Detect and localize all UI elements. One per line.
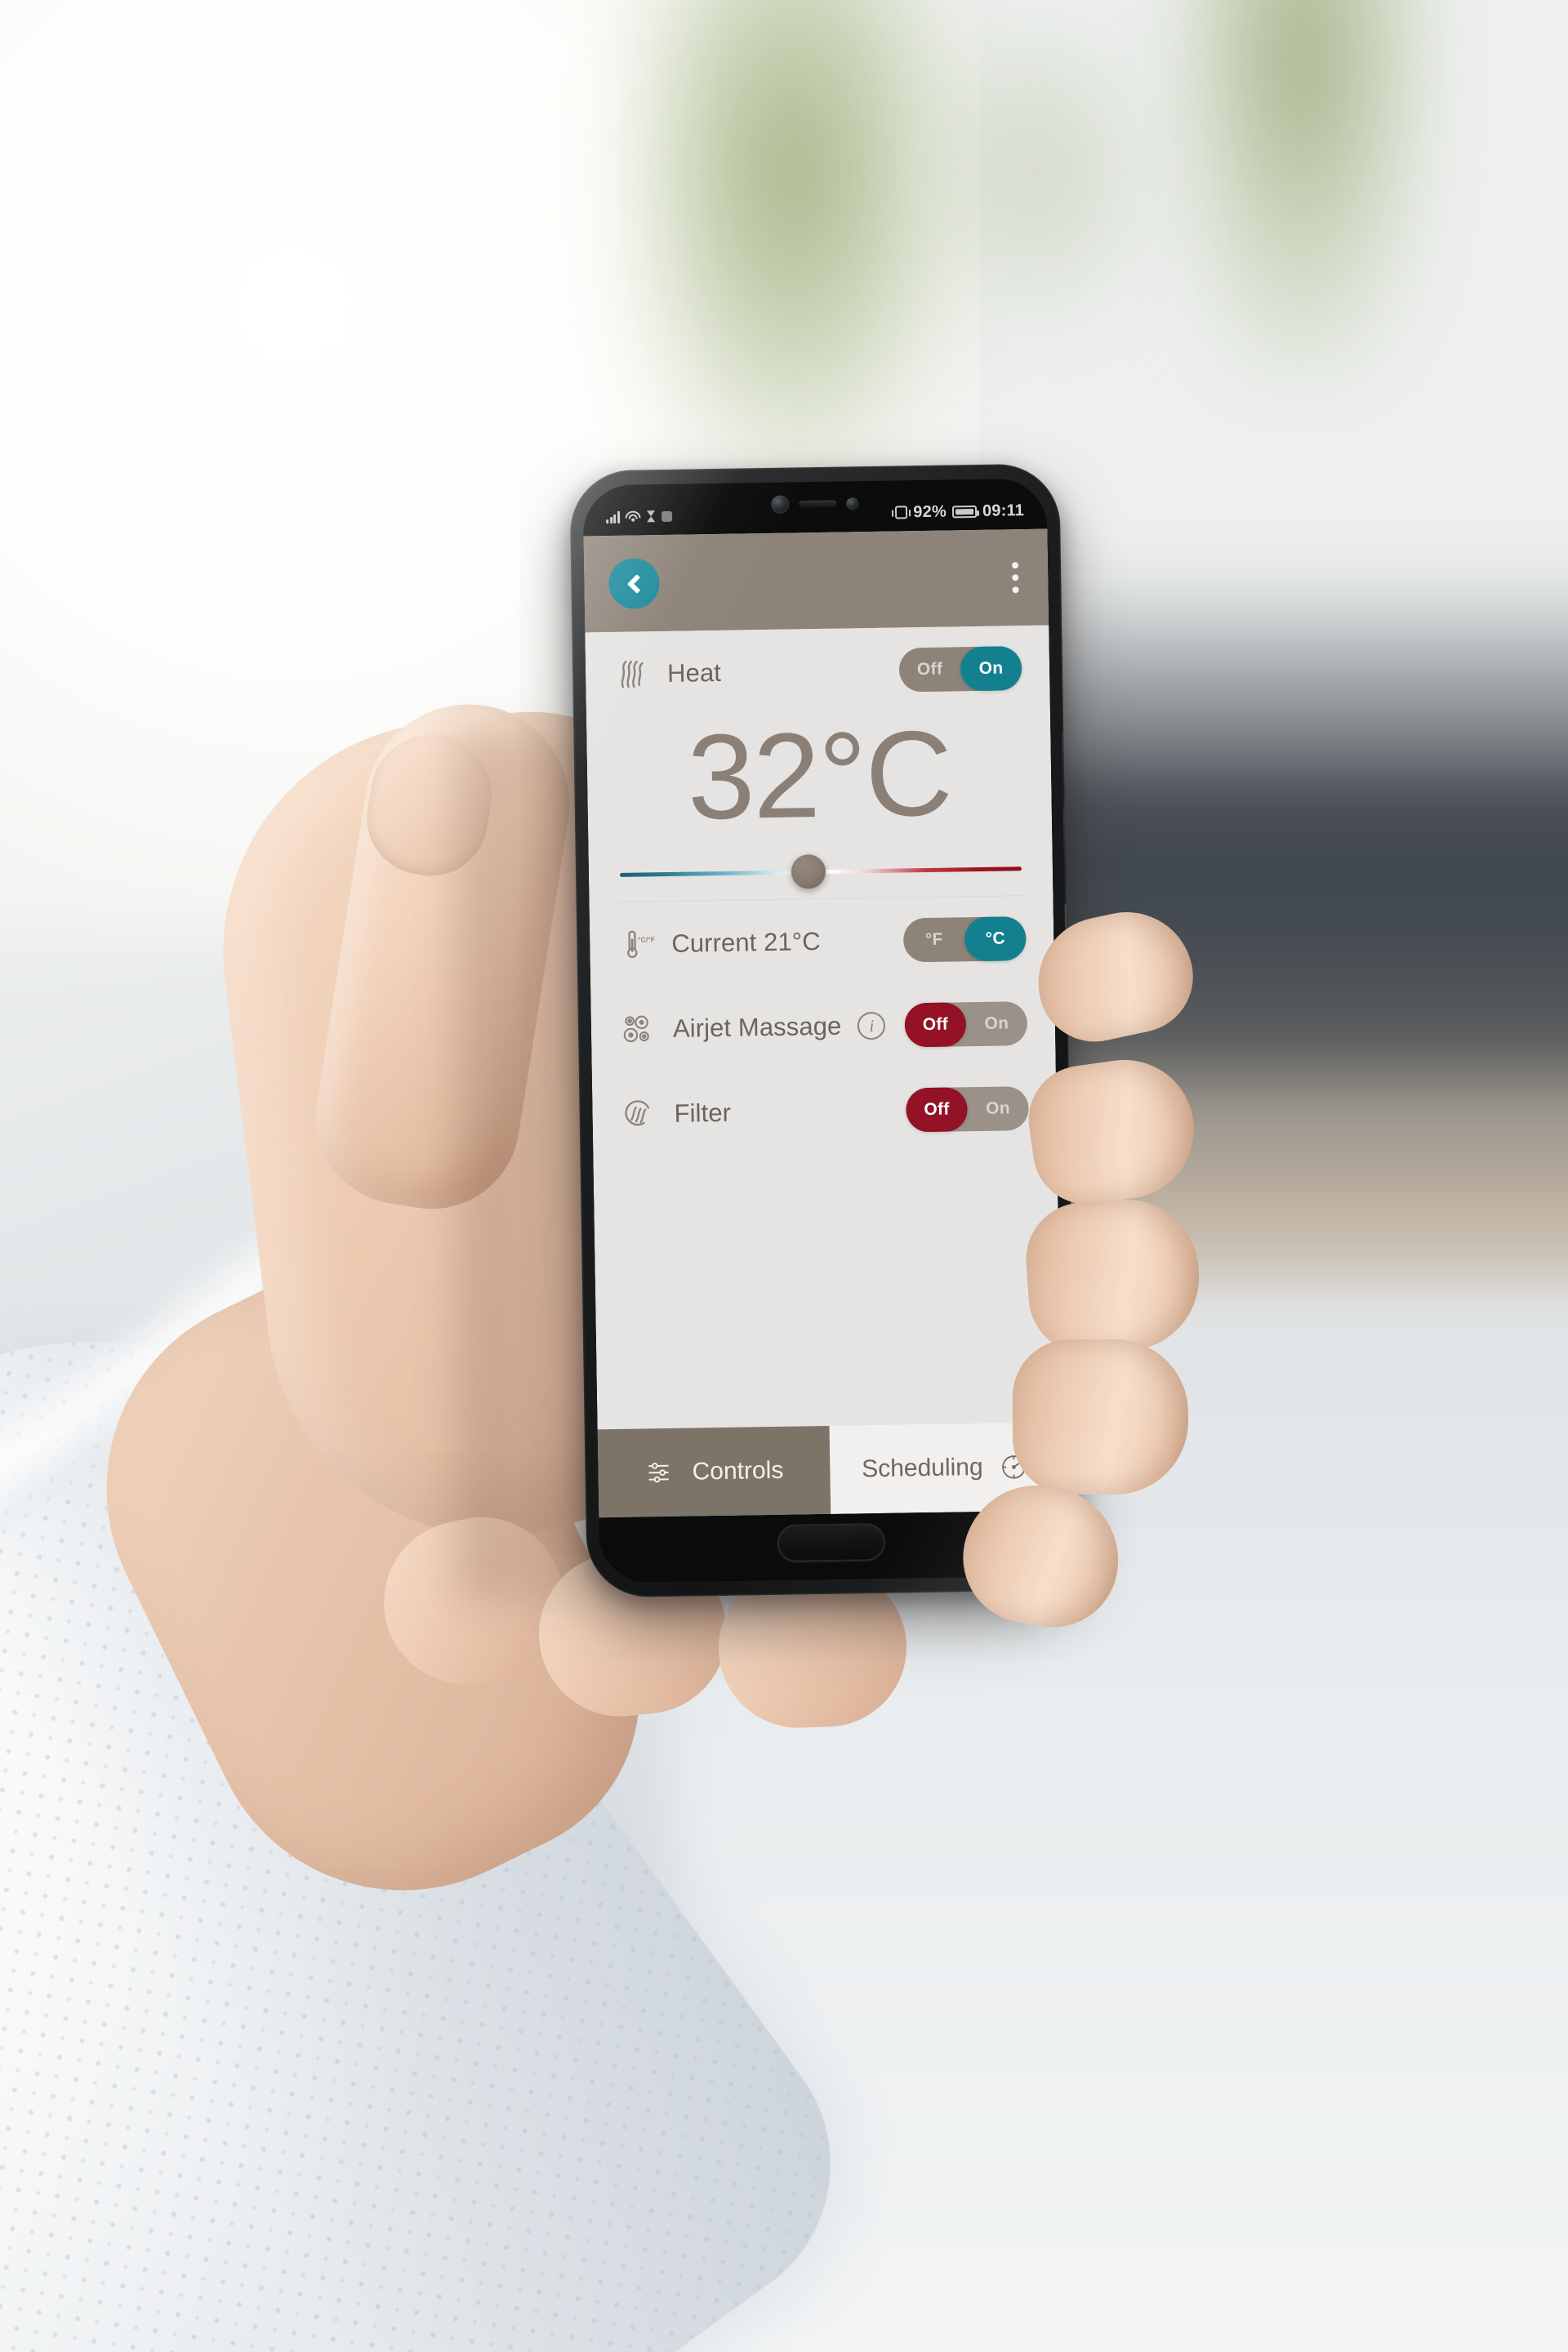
misc-icon bbox=[661, 510, 672, 522]
airjet-bubbles-icon bbox=[619, 1010, 657, 1049]
toggle-heat-on[interactable]: On bbox=[960, 646, 1022, 692]
temperature-slider[interactable] bbox=[616, 841, 1025, 902]
row-label-filter: Filter bbox=[674, 1098, 732, 1128]
toggle-filter-on[interactable]: On bbox=[967, 1086, 1029, 1131]
info-icon[interactable]: i bbox=[858, 1011, 886, 1040]
photo-scene: 92% 09:11 Heat Off On 32°C °C/°F Current… bbox=[0, 0, 1568, 2352]
vibrate-icon bbox=[895, 506, 908, 519]
little-finger bbox=[1013, 1339, 1188, 1494]
ring-finger bbox=[1022, 1194, 1205, 1358]
tab-scheduling-label: Scheduling bbox=[861, 1453, 983, 1483]
wifi-icon bbox=[625, 510, 641, 523]
back-button[interactable] bbox=[608, 558, 660, 610]
toggle-unit-celsius[interactable]: °C bbox=[964, 916, 1027, 962]
toggle-heat-off[interactable]: Off bbox=[899, 647, 961, 692]
signal-icon bbox=[606, 510, 620, 523]
row-current-temp: °C/°F Current 21°C °F °C bbox=[617, 896, 1027, 987]
earpiece-speaker bbox=[799, 500, 837, 508]
row-label-current-temp: Current 21°C bbox=[671, 927, 822, 958]
chevron-left-icon bbox=[626, 573, 647, 594]
target-temperature-display: 32°C bbox=[614, 706, 1024, 848]
thumb bbox=[303, 689, 584, 1222]
camera-notch bbox=[771, 494, 859, 514]
toggle-airjet-massage[interactable]: Off On bbox=[904, 1001, 1028, 1048]
heat-waves-icon bbox=[613, 655, 652, 693]
overflow-menu-button[interactable] bbox=[1007, 557, 1024, 598]
battery-icon bbox=[951, 505, 978, 518]
toggle-filter-off[interactable]: Off bbox=[906, 1087, 968, 1133]
background-plant-right bbox=[1168, 0, 1437, 392]
background-plant-mid bbox=[915, 0, 1160, 343]
row-airjet-massage: Airjet Massage i Off On bbox=[618, 981, 1028, 1072]
app-content: Heat Off On 32°C °C/°F Current 21°C °F °… bbox=[585, 625, 1062, 1430]
filter-swirl-icon bbox=[620, 1095, 658, 1134]
spa-control-app: Heat Off On 32°C °C/°F Current 21°C °F °… bbox=[583, 528, 1063, 1518]
front-camera-lens bbox=[771, 495, 790, 514]
target-temperature-value: 32°C bbox=[686, 706, 952, 845]
toggle-filter[interactable]: Off On bbox=[906, 1086, 1029, 1133]
toggle-heat[interactable]: Off On bbox=[898, 646, 1022, 693]
phone-screen: 92% 09:11 Heat Off On 32°C °C/°F Current… bbox=[582, 478, 1064, 1584]
proximity-sensor bbox=[846, 497, 859, 510]
home-button[interactable] bbox=[777, 1522, 886, 1562]
toggle-unit-fahrenheit[interactable]: °F bbox=[903, 917, 965, 962]
row-label-heat: Heat bbox=[666, 657, 722, 688]
thermometer-icon: °C/°F bbox=[617, 925, 656, 964]
tab-controls[interactable]: Controls bbox=[597, 1425, 831, 1518]
thumb-nail bbox=[358, 725, 501, 885]
row-filter: Filter Off On bbox=[620, 1066, 1030, 1157]
hourglass-icon bbox=[646, 510, 655, 522]
toggle-airjet-on[interactable]: On bbox=[965, 1001, 1027, 1046]
toggle-temp-unit[interactable]: °F °C bbox=[902, 916, 1027, 963]
smartphone: 92% 09:11 Heat Off On 32°C °C/°F Current… bbox=[569, 463, 1077, 1598]
sliders-icon bbox=[644, 1456, 678, 1490]
svg-text:°C/°F: °C/°F bbox=[638, 935, 655, 943]
temperature-slider-thumb[interactable] bbox=[791, 853, 826, 889]
tab-controls-label: Controls bbox=[692, 1456, 784, 1486]
app-header bbox=[583, 528, 1049, 633]
status-time: 09:11 bbox=[982, 501, 1025, 520]
row-label-airjet-massage: Airjet Massage bbox=[672, 1011, 842, 1043]
row-heat: Heat Off On bbox=[612, 626, 1022, 717]
volume-down-button[interactable] bbox=[1062, 809, 1069, 874]
toggle-airjet-off[interactable]: Off bbox=[904, 1002, 967, 1048]
volume-up-button[interactable] bbox=[1062, 733, 1067, 797]
background-plant-left bbox=[621, 0, 964, 490]
battery-percent-label: 92% bbox=[913, 502, 947, 521]
